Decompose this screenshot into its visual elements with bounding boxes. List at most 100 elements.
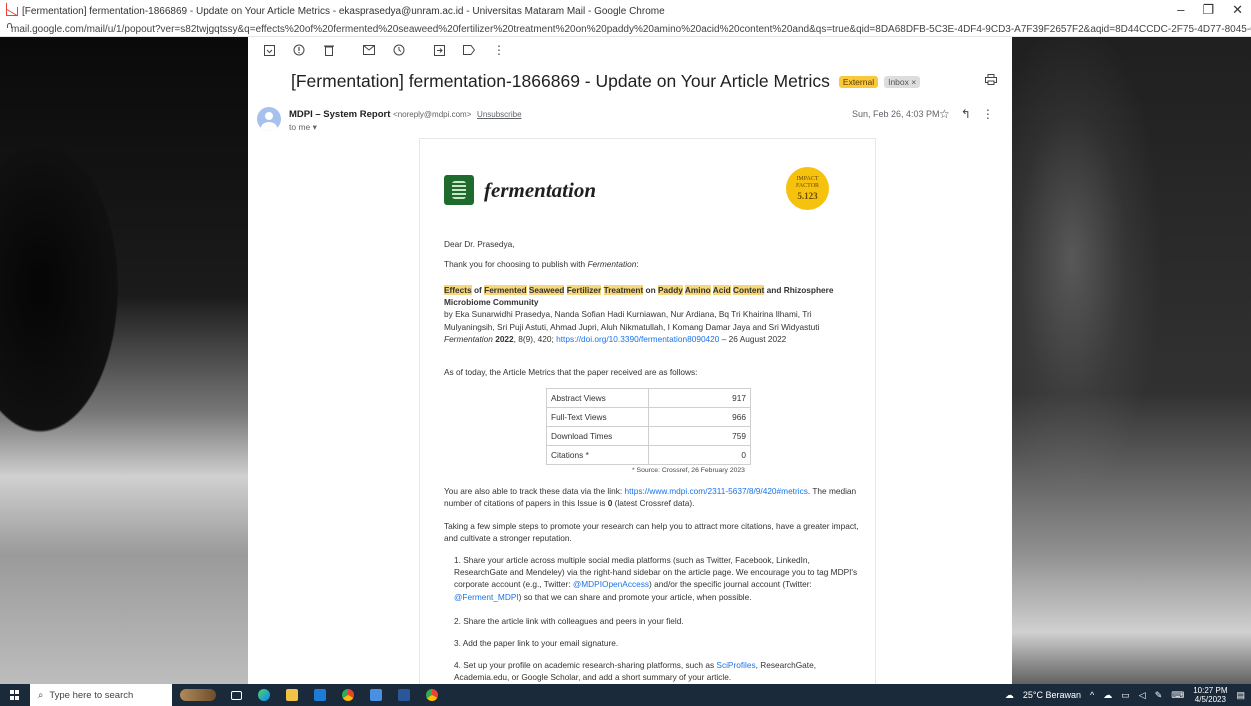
mark-unread-icon[interactable] xyxy=(357,40,381,60)
email-subject: [Fermentation] fermentation-1866869 - Up… xyxy=(291,71,921,92)
title-highlight: Effects xyxy=(444,285,472,295)
move-to-icon[interactable] xyxy=(427,40,451,60)
chrome-icon[interactable] xyxy=(336,684,360,706)
minimize-icon[interactable]: – xyxy=(1177,2,1184,18)
delete-icon[interactable] xyxy=(317,40,341,60)
title-highlight: Fertilizer xyxy=(566,285,602,295)
network-icon[interactable]: ▭ xyxy=(1121,690,1130,701)
email-body-card: fermentation IMPACT FACTOR 5.123 Dear Dr… xyxy=(419,138,876,684)
journal-logo-icon xyxy=(444,175,474,205)
snooze-icon[interactable] xyxy=(387,40,411,60)
doi-link[interactable]: https://doi.org/10.3390/fermentation8090… xyxy=(556,334,719,344)
title-word: on xyxy=(643,285,658,295)
journal-name: fermentation xyxy=(484,177,597,202)
task-view-icon[interactable] xyxy=(224,684,248,706)
step-1: 1. Share your article across multiple so… xyxy=(454,554,859,603)
window-title: [Fermentation] fermentation-1866869 - Up… xyxy=(22,5,665,17)
sender-email: <noreply@mdpi.com> xyxy=(393,110,472,119)
edge-icon[interactable] xyxy=(252,684,276,706)
track-text: You are also able to track these data vi… xyxy=(444,486,625,496)
reply-icon[interactable]: ↰ xyxy=(961,107,971,121)
pen-icon[interactable]: ✎ xyxy=(1155,690,1163,701)
step-text: 4. Set up your profile on academic resea… xyxy=(454,660,717,670)
title-highlight: Paddy xyxy=(658,285,683,295)
title-word: of xyxy=(471,285,485,295)
weather-icon[interactable]: ☁ xyxy=(1005,690,1014,701)
taskbar-search[interactable]: ⌕ Type here to search xyxy=(30,684,172,706)
article-authors: by Eka Sunarwidhi Prasedya, Nanda Sofian… xyxy=(444,309,820,332)
email-toolbar: ⋮ xyxy=(248,37,1012,63)
print-icon[interactable] xyxy=(985,74,997,88)
unsubscribe-link[interactable]: Unsubscribe xyxy=(477,110,521,119)
article-title[interactable]: Effects of Fermented Seaweed Fertilizer … xyxy=(444,284,859,308)
source-note: * Source: Crossref, 26 February 2023 xyxy=(632,467,745,474)
restore-icon[interactable]: ❐ xyxy=(1202,2,1214,18)
title-highlight: Seaweed xyxy=(528,285,565,295)
table-row: Citations * 0 xyxy=(546,445,751,465)
system-tray: ☁ 25°C Berawan ^ ☁ ▭ ◁ ✎ ⌨ 10:27 PM 4/5/… xyxy=(1005,684,1251,706)
desktop: [Fermentation] fermentation-1866869 - Up… xyxy=(0,0,1251,706)
track-text: (latest Crossref data). xyxy=(612,498,695,509)
search-icon: ⌕ xyxy=(38,689,44,701)
onedrive-icon[interactable]: ☁ xyxy=(1103,690,1112,701)
star-icon[interactable]: ☆ xyxy=(939,107,950,121)
table-row: Download Times 759 xyxy=(546,426,751,446)
metric-label: Citations * xyxy=(546,445,649,465)
title-highlight: Content xyxy=(733,285,765,295)
journal-brand[interactable]: fermentation xyxy=(444,175,596,205)
sciprofiles-link[interactable]: SciProfiles xyxy=(716,660,755,670)
greeting: Dear Dr. Prasedya, xyxy=(444,239,515,249)
article-block: Effects of Fermented Seaweed Fertilizer … xyxy=(444,284,859,345)
report-spam-icon[interactable] xyxy=(287,40,311,60)
mdpi-twitter-link[interactable]: @MDPIOpenAccess xyxy=(573,579,649,589)
table-row: Full-Text Views 966 xyxy=(546,407,751,427)
title-highlight: Treatment xyxy=(603,285,644,295)
window-titlebar[interactable]: [Fermentation] fermentation-1866869 - Up… xyxy=(0,0,1251,22)
recipient-dropdown[interactable]: to me ▾ xyxy=(289,122,317,133)
clock[interactable]: 10:27 PM 4/5/2023 xyxy=(1193,686,1227,704)
sender-name: MDPI – System Report xyxy=(289,109,391,120)
search-placeholder: Type here to search xyxy=(49,689,134,701)
subject-text: [Fermentation] fermentation-1866869 - Up… xyxy=(291,71,830,91)
citation-journal: Fermentation xyxy=(444,333,493,344)
notification-icon[interactable]: ▤ xyxy=(1236,690,1245,701)
citation-date: – 26 August 2022 xyxy=(719,333,787,344)
factor-label: FACTOR xyxy=(795,183,820,189)
impact-value: 5.123 xyxy=(797,191,818,201)
desktop-wallpaper-right xyxy=(1012,37,1251,684)
chevron-up-icon[interactable]: ^ xyxy=(1090,690,1094,700)
more-options-icon[interactable]: ⋮ xyxy=(487,40,511,60)
weather-text[interactable]: 25°C Berawan xyxy=(1023,690,1081,700)
thanks-journal: Fermentation xyxy=(587,259,637,269)
file-explorer-icon[interactable] xyxy=(280,684,304,706)
metric-value: 0 xyxy=(648,445,751,465)
citation-year: 2022 xyxy=(495,333,514,344)
word-icon[interactable] xyxy=(392,684,416,706)
close-icon[interactable]: ✕ xyxy=(1232,2,1243,18)
mail-icon[interactable] xyxy=(308,684,332,706)
title-highlight: Acid xyxy=(712,285,731,295)
external-label: External xyxy=(838,75,879,88)
metrics-link[interactable]: https://www.mdpi.com/2311-5637/8/9/420#m… xyxy=(625,486,808,496)
metrics-table: Abstract Views 917 Full-Text Views 966 Dow… xyxy=(546,388,751,465)
keyboard-icon[interactable]: ⌨ xyxy=(1171,690,1184,701)
address-bar[interactable]: mail.google.com/mail/u/1/popout?ver=s82t… xyxy=(0,22,1251,37)
clock-time: 10:27 PM xyxy=(1193,686,1228,695)
calendar-icon[interactable] xyxy=(364,684,388,706)
step-3: 3. Add the paper link to your email sign… xyxy=(454,638,619,648)
start-button[interactable] xyxy=(0,684,30,706)
thanks-line: Thank you for choosing to publish with F… xyxy=(444,258,859,270)
journal-twitter-link[interactable]: @Ferment_MDPI xyxy=(454,592,519,602)
gmail-icon xyxy=(6,6,18,16)
chrome-profile-icon[interactable] xyxy=(420,684,444,706)
metric-value: 917 xyxy=(648,388,751,408)
email-date: Sun, Feb 26, 4:03 PM xyxy=(852,109,940,119)
message-more-icon[interactable]: ⋮ xyxy=(982,107,994,121)
volume-icon[interactable]: ◁ xyxy=(1139,690,1146,701)
taskbar: ⌕ Type here to search ☁ 25°C Berawan ^ ☁… xyxy=(0,684,1251,706)
clock-date: 4/5/2023 xyxy=(1194,695,1226,704)
label-icon[interactable] xyxy=(457,40,481,60)
archive-icon[interactable] xyxy=(257,40,281,60)
inbox-label[interactable]: Inbox × xyxy=(884,75,921,88)
search-highlight-icon[interactable] xyxy=(176,684,220,706)
